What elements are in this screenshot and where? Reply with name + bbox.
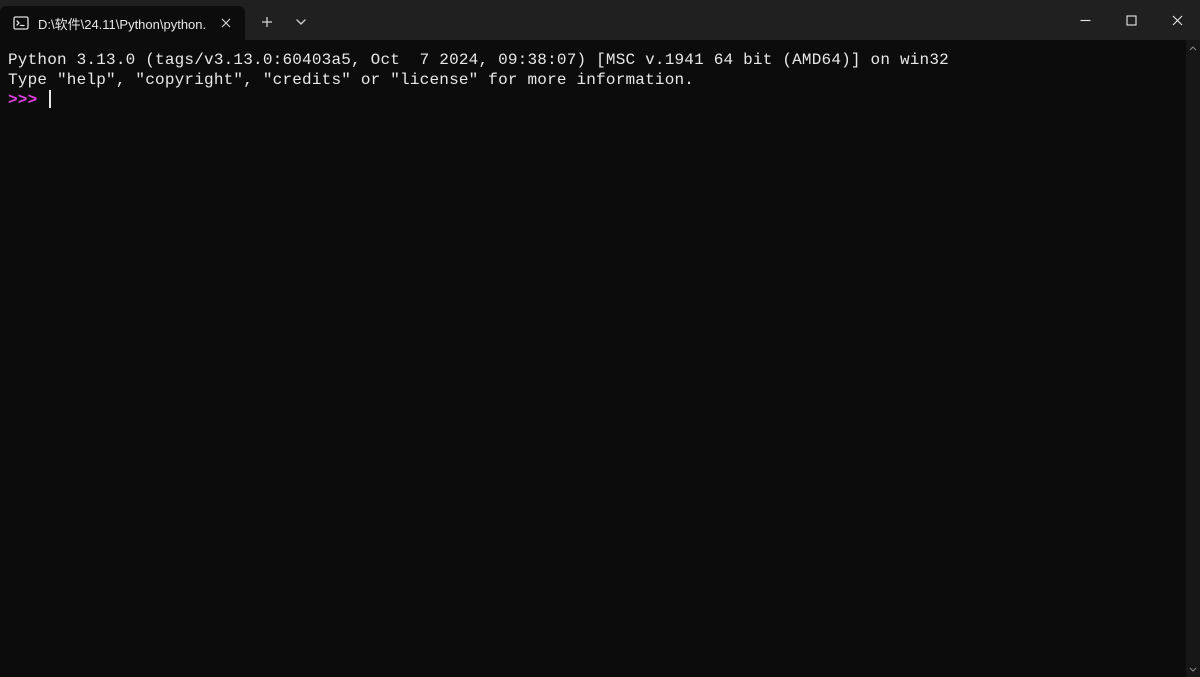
maximize-button[interactable] (1108, 0, 1154, 40)
titlebar: D:\软件\24.11\Python\python. (0, 0, 1200, 40)
python-help-line: Type "help", "copyright", "credits" or "… (8, 71, 694, 89)
text-cursor (49, 90, 51, 108)
scroll-up-arrow-icon[interactable] (1186, 40, 1200, 56)
new-tab-button[interactable] (251, 6, 283, 38)
window-controls (1062, 0, 1200, 40)
repl-prompt: >>> (8, 91, 37, 109)
tab-dropdown-button[interactable] (285, 6, 317, 38)
active-tab[interactable]: D:\软件\24.11\Python\python. (0, 6, 245, 40)
close-window-button[interactable] (1154, 0, 1200, 40)
tab-title: D:\软件\24.11\Python\python. (38, 14, 209, 33)
python-version-line: Python 3.13.0 (tags/v3.13.0:60403a5, Oct… (8, 51, 949, 69)
vertical-scrollbar[interactable] (1186, 40, 1200, 677)
terminal-icon (12, 14, 30, 32)
scroll-down-arrow-icon[interactable] (1186, 661, 1200, 677)
titlebar-drag-area[interactable] (317, 0, 1062, 40)
tab-close-button[interactable] (217, 14, 235, 32)
minimize-button[interactable] (1062, 0, 1108, 40)
tab-controls (251, 0, 317, 40)
terminal-output[interactable]: Python 3.13.0 (tags/v3.13.0:60403a5, Oct… (0, 40, 1200, 120)
